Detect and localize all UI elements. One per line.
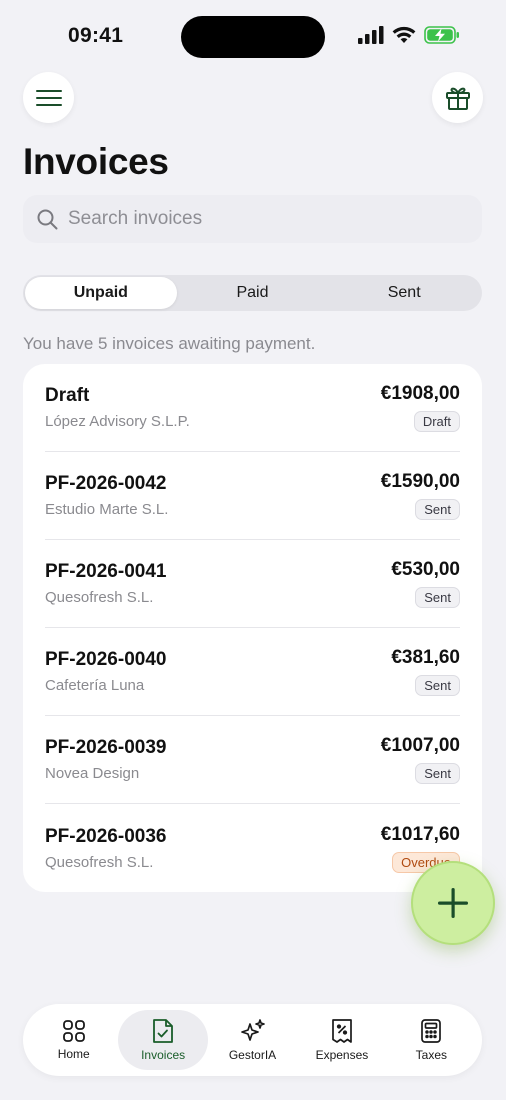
tab-label: Home [57, 1047, 90, 1061]
tab-invoices[interactable]: Invoices [118, 1010, 208, 1070]
wifi-icon [392, 26, 416, 43]
tab-taxes[interactable]: Taxes [387, 1010, 476, 1070]
segment-sent[interactable]: Sent [328, 277, 480, 309]
invoice-client: Estudio Marte S.L. [45, 501, 169, 518]
invoice-number: Draft [45, 385, 90, 406]
status-filter: Unpaid Paid Sent [23, 275, 482, 311]
bottom-tab-bar: Home Invoices GestorIA Expenses Taxes [23, 1004, 482, 1076]
invoice-number: PF-2026-0036 [45, 825, 167, 847]
tab-home[interactable]: Home [29, 1010, 118, 1070]
tab-label: Expenses [315, 1048, 369, 1062]
invoice-amount: €530,00 [391, 559, 460, 580]
invoice-number: PF-2026-0039 [45, 737, 167, 758]
invoice-number: PF-2026-0040 [45, 649, 167, 670]
invoice-row[interactable]: PF-2026-0041 Quesofresh S.L. €530,00 Sen… [45, 540, 460, 628]
search-bar[interactable] [23, 195, 482, 243]
invoice-client: Novea Design [45, 765, 140, 782]
document-check-icon [153, 1019, 174, 1043]
grid-icon [62, 1020, 85, 1042]
invoice-number: PF-2026-0041 [45, 561, 167, 582]
status-badge: Sent [415, 763, 460, 784]
tab-gestoria[interactable]: GestorIA [208, 1010, 297, 1070]
sparkles-icon [240, 1019, 265, 1041]
status-badge: Sent [415, 587, 460, 608]
status-badge: Sent [415, 499, 460, 520]
invoice-row[interactable]: PF-2026-0039 Novea Design €1007,00 Sent [45, 716, 460, 804]
status-bar: 09:41 [0, 0, 506, 76]
status-badge: Sent [415, 675, 460, 696]
status-time: 09:41 [68, 24, 124, 47]
hamburger-menu-icon [35, 89, 62, 106]
search-icon [37, 209, 58, 229]
receipt-icon [332, 1019, 352, 1043]
search-input[interactable] [68, 208, 448, 230]
page-title: Invoices [23, 141, 169, 182]
tab-label: Invoices [141, 1048, 186, 1062]
dynamic-island [181, 16, 325, 58]
invoice-client: López Advisory S.L.P. [45, 413, 190, 430]
invoice-row[interactable]: PF-2026-0042 Estudio Marte S.L. €1590,00… [45, 452, 460, 540]
menu-button[interactable] [23, 72, 74, 123]
invoice-amount: €1590,00 [380, 471, 460, 492]
invoice-row[interactable]: PF-2026-0040 Cafetería Luna €381,60 Sent [45, 628, 460, 716]
invoice-row[interactable]: Draft López Advisory S.L.P. €1908,00 Dra… [45, 364, 460, 452]
invoice-list: Draft López Advisory S.L.P. €1908,00 Dra… [23, 364, 482, 892]
signal-icon [358, 26, 384, 44]
invoices-summary: You have 5 invoices awaiting payment. [23, 334, 316, 353]
tab-label: Taxes [415, 1048, 447, 1062]
invoice-amount: €381,60 [391, 647, 460, 668]
invoice-row[interactable]: PF-2026-0036 Quesofresh S.L. €1017,60 Ov… [45, 804, 460, 892]
invoice-amount: €1017,60 [380, 823, 460, 845]
invoice-number: PF-2026-0042 [45, 473, 167, 494]
invoice-amount: €1908,00 [380, 383, 460, 404]
status-badge: Draft [413, 411, 460, 432]
calculator-icon [421, 1019, 442, 1043]
battery-charging-icon [424, 26, 459, 44]
segment-unpaid[interactable]: Unpaid [25, 277, 177, 309]
plus-icon [438, 888, 468, 918]
invoice-client: Quesofresh S.L. [45, 589, 154, 606]
invoice-client: Cafetería Luna [45, 677, 145, 694]
invoice-amount: €1007,00 [380, 735, 460, 756]
add-invoice-button[interactable] [411, 861, 495, 945]
tab-label: GestorIA [228, 1048, 277, 1062]
tab-expenses[interactable]: Expenses [297, 1010, 386, 1070]
status-icons [358, 26, 460, 44]
gift-button[interactable] [432, 72, 483, 123]
invoice-client: Quesofresh S.L. [45, 853, 154, 871]
segment-paid[interactable]: Paid [177, 277, 329, 309]
gift-icon [445, 87, 470, 110]
